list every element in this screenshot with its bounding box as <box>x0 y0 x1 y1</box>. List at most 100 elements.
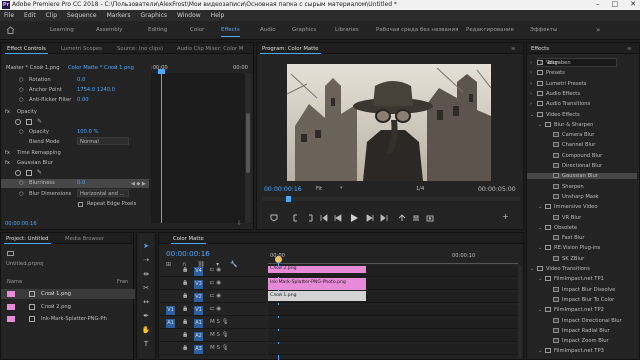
effects-tree-item[interactable]: ⌄ Video Effects <box>530 111 580 118</box>
tab-effect-controls[interactable]: Effect Controls <box>5 46 48 54</box>
effects-tree-item[interactable]: Impact Blur To Color <box>546 296 614 303</box>
chevron-down-icon[interactable]: ⌄ <box>538 245 545 251</box>
workspace-effects[interactable]: Effects <box>221 27 240 37</box>
track-target-toggle[interactable]: A3 <box>194 345 203 354</box>
pen-mask-icon[interactable]: ✎ <box>37 170 43 176</box>
chevron-right-icon[interactable]: › <box>530 81 537 87</box>
track-select-tool-icon[interactable]: ⇢ <box>141 255 151 265</box>
toggle-output-icon[interactable]: ⊏ ◉ <box>210 306 221 312</box>
mute-solo-icon[interactable]: M S 🎙 <box>210 345 229 351</box>
effects-tree-item[interactable]: SK ZBlur <box>546 255 584 262</box>
track-lane[interactable] <box>268 344 518 355</box>
pen-tool-icon[interactable]: ✒ <box>141 311 151 321</box>
chevron-down-icon[interactable]: ⌄ <box>538 225 545 231</box>
track-lane[interactable] <box>268 305 518 316</box>
toggle-output-icon[interactable]: ⊏ ◉ <box>210 280 221 286</box>
mark-out-icon[interactable] <box>306 214 314 222</box>
lock-track-icon[interactable]: 🔒 <box>182 267 188 273</box>
effects-tree-item[interactable]: ⌄ Video Transitions <box>530 266 590 272</box>
hand-tool-icon[interactable]: ✋ <box>141 325 151 335</box>
gaussian-fx-badge[interactable]: fx <box>5 160 10 166</box>
time-remap-fx-badge[interactable]: fx <box>5 150 10 156</box>
effects-tree-item[interactable]: Channel Blur <box>546 142 595 148</box>
workspace-more-button[interactable]: » <box>596 26 600 34</box>
mute-solo-icon[interactable]: M S 🎙 <box>210 319 229 325</box>
effects-tree-item[interactable]: › Presets <box>530 70 565 76</box>
effects-tree-item[interactable]: Fast Blur <box>546 235 585 241</box>
workspace-libraries[interactable]: Libraries <box>335 27 359 33</box>
chevron-down-icon[interactable]: ⌄ <box>538 122 545 128</box>
effects-tree-item[interactable]: › Audio Effects <box>530 90 580 97</box>
workspace-assembly[interactable]: Assembly <box>96 27 123 33</box>
master-clip-label[interactable]: Master * Слой 1.png <box>6 65 60 71</box>
chevron-down-icon[interactable]: ⌄ <box>530 266 537 272</box>
chevron-down-icon[interactable]: ⌄ <box>538 204 545 210</box>
go-to-in-icon[interactable] <box>320 214 328 222</box>
effects-tree-item[interactable]: ⌄ Obsolete <box>538 224 577 231</box>
menu-sequence[interactable]: Sequence <box>67 12 97 19</box>
rectangle-mask-icon[interactable] <box>26 119 32 125</box>
timeline-ruler[interactable] <box>268 260 518 264</box>
track-target-toggle[interactable]: V4 <box>194 267 203 276</box>
menu-help[interactable]: Help <box>211 12 225 19</box>
workspace-editing[interactable]: Editing <box>148 27 167 33</box>
workspace-graphics[interactable]: Graphics <box>292 27 316 33</box>
menu-clip[interactable]: Clip <box>46 12 57 19</box>
effects-tree-item[interactable]: ⌄ FilmImpact.net TP2 <box>538 307 604 313</box>
opacity-value[interactable]: 100.0 % <box>77 129 98 135</box>
ec-timecode[interactable]: 00:00:00:16 <box>5 221 37 227</box>
effects-panel-menu-icon[interactable]: ≡ <box>627 46 631 52</box>
chevron-right-icon[interactable]: › <box>530 70 537 76</box>
effects-tree-item[interactable]: Impact Blur Dissolve <box>546 286 615 293</box>
effects-tree-item[interactable]: ⌄ Immersive Video <box>538 204 598 210</box>
track-target-toggle[interactable]: V3 <box>194 280 203 289</box>
program-timecode[interactable]: 00:00:00:16 <box>264 186 302 193</box>
track-target-toggle[interactable]: V2 <box>194 293 203 302</box>
anchor-point-value[interactable]: 1754.0 1240.0 <box>77 87 115 93</box>
rectangle-mask-icon[interactable] <box>26 170 32 176</box>
program-resolution-select[interactable]: 1/4 <box>416 185 434 193</box>
slip-tool-icon[interactable]: ↔ <box>141 297 151 307</box>
effects-tree-item[interactable]: VR Blur <box>546 214 581 221</box>
pen-mask-icon[interactable]: ✎ <box>37 119 43 125</box>
antiflicker-value[interactable]: 0.00 <box>77 97 89 103</box>
go-to-out-icon[interactable] <box>380 214 388 222</box>
menu-edit[interactable]: Edit <box>24 12 36 19</box>
workspace-audio[interactable]: Audio <box>260 27 276 33</box>
workspace-learning[interactable]: Learning <box>50 27 74 33</box>
repeat-edge-checkbox[interactable] <box>78 202 83 207</box>
minimize-button[interactable]: – <box>596 0 600 8</box>
lock-track-icon[interactable]: 🔒 <box>182 319 188 325</box>
effects-tree-item[interactable]: Impact Radial Blur <box>546 327 610 334</box>
step-back-icon[interactable] <box>334 214 342 222</box>
track-target-toggle[interactable]: V1 <box>194 306 203 315</box>
toggle-output-icon[interactable]: ⊏ ◉ <box>210 293 221 299</box>
workspace-editing-ru[interactable]: Редактирование <box>466 27 514 33</box>
play-icon[interactable] <box>350 213 359 223</box>
workspace-effects-ru[interactable]: Эффекты <box>530 27 558 33</box>
project-item[interactable]: Ink-Mark-Splatter-PNG-Ph <box>1 315 135 324</box>
program-panel-menu-icon[interactable]: ≡ <box>511 46 515 52</box>
mark-in-icon[interactable] <box>292 214 300 222</box>
blur-dimensions-stopwatch-icon[interactable]: ○ <box>19 191 24 197</box>
tab-media-browser[interactable]: Media Browser <box>65 236 104 242</box>
effects-tree-item[interactable]: › Vorgaben <box>530 60 571 66</box>
chevron-right-icon[interactable]: › <box>530 91 537 97</box>
lock-track-icon[interactable]: 🔒 <box>182 332 188 338</box>
program-scrubber[interactable] <box>262 196 520 202</box>
project-item[interactable]: Слой 1.png <box>1 290 135 299</box>
program-playhead[interactable] <box>286 196 291 202</box>
effects-tree-item[interactable]: ⌄ FilmImpact.net TP3 <box>538 348 604 354</box>
chevron-down-icon[interactable]: ⌄ <box>538 307 545 313</box>
extract-icon[interactable] <box>412 214 420 222</box>
blur-dimensions-select[interactable]: Horizontal and ... <box>77 189 129 197</box>
effects-tree-item[interactable]: › Lumetri Presets <box>530 80 586 87</box>
timeline-clip[interactable]: Слой 2.png <box>268 266 366 273</box>
tab-program[interactable]: Program: Color Matte <box>260 46 321 54</box>
ec-scrollbar[interactable] <box>245 73 251 223</box>
home-icon[interactable] <box>6 26 15 34</box>
lock-track-icon[interactable]: 🔒 <box>182 306 188 312</box>
ellipse-mask-icon[interactable] <box>15 170 21 176</box>
source-patch[interactable]: V1 <box>166 306 175 315</box>
workspace-untitled[interactable]: Рабочая среда без названия <box>376 27 458 33</box>
